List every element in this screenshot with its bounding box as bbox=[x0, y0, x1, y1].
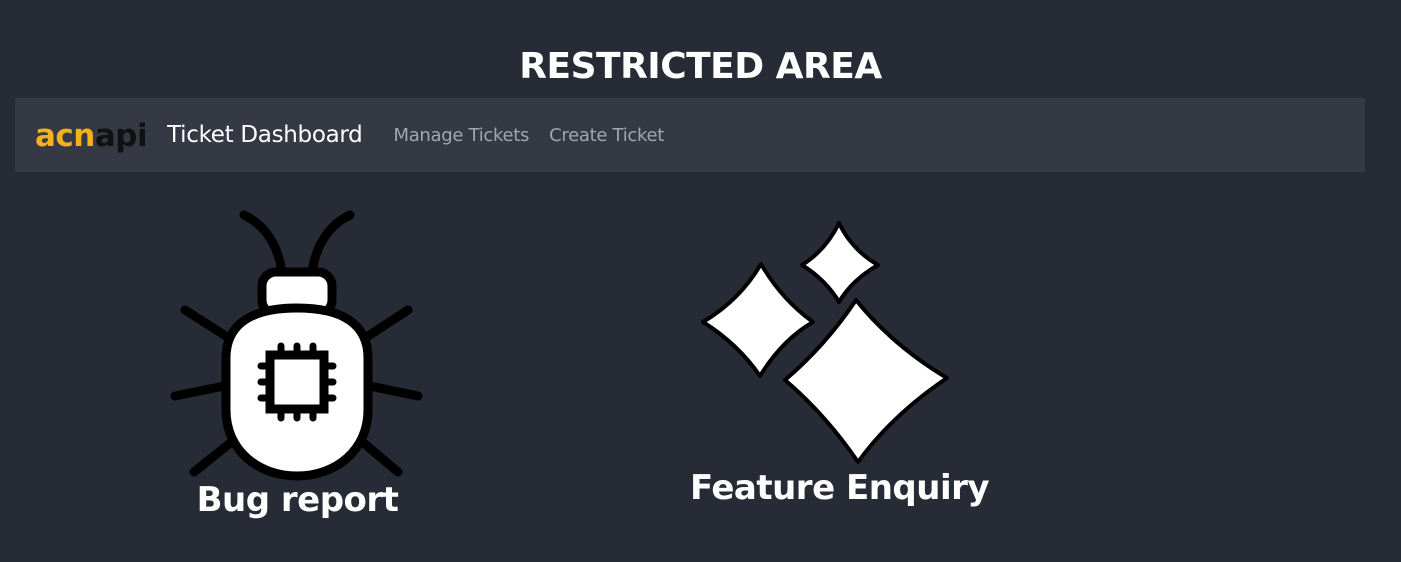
bug-report-card[interactable]: Bug report bbox=[160, 200, 435, 530]
sparkles-icon bbox=[701, 221, 949, 464]
top-navbar: acnapi Ticket Dashboard Manage Tickets C… bbox=[15, 98, 1365, 172]
nav-create-ticket[interactable]: Create Ticket bbox=[549, 125, 664, 146]
page: RESTRICTED AREA acnapi Ticket Dashboard … bbox=[0, 0, 1401, 562]
page-title: RESTRICTED AREA bbox=[519, 46, 882, 87]
nav-manage-tickets[interactable]: Manage Tickets bbox=[393, 125, 529, 146]
logo-api-text: api bbox=[94, 118, 148, 154]
feature-enquiry-card[interactable]: Feature Enquiry bbox=[690, 210, 990, 520]
acnapi-logo[interactable]: acnapi bbox=[35, 116, 148, 156]
bug-report-label: Bug report bbox=[196, 480, 399, 520]
bug-icon bbox=[170, 210, 423, 481]
brand-title[interactable]: Ticket Dashboard bbox=[167, 122, 363, 148]
feature-enquiry-label: Feature Enquiry bbox=[690, 468, 990, 508]
logo-acn-text: acn bbox=[35, 118, 95, 154]
